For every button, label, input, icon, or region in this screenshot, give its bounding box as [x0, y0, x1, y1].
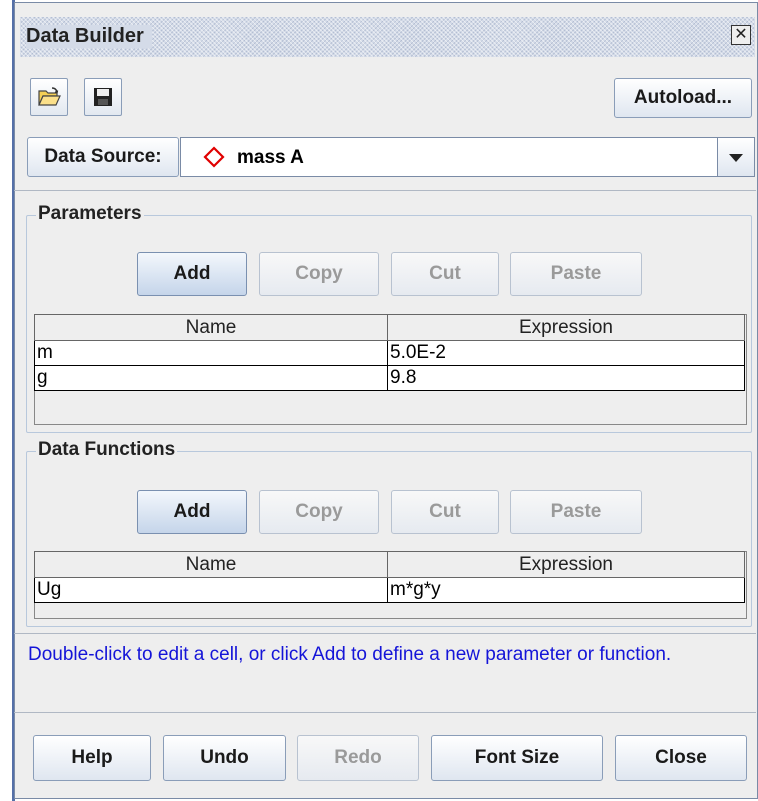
window-title: Data Builder: [26, 25, 152, 48]
table-row[interactable]: Ug m*g*y: [34, 577, 745, 603]
cell-expression[interactable]: 9.8: [387, 365, 745, 391]
parameters-add-button[interactable]: Add: [137, 252, 247, 296]
table-header-row: Name Expression: [34, 551, 745, 578]
cell-expression[interactable]: 5.0E-2: [387, 340, 745, 366]
functions-add-button[interactable]: Add: [137, 490, 247, 534]
parameters-paste-button[interactable]: Paste: [510, 252, 642, 296]
help-button[interactable]: Help: [33, 735, 151, 781]
functions-copy-button[interactable]: Copy: [259, 490, 379, 534]
parameters-table: Name Expression m 5.0E-2 g 9.8: [34, 314, 745, 391]
cell-name[interactable]: g: [34, 365, 388, 391]
parameters-title: Parameters: [36, 203, 144, 225]
data-source-value: mass A: [237, 147, 304, 168]
separator: [14, 190, 756, 191]
functions-title: Data Functions: [36, 439, 178, 461]
data-source-label: Data Source:: [27, 137, 179, 177]
cell-expression[interactable]: m*g*y: [387, 577, 745, 603]
chevron-down-icon: [729, 154, 743, 162]
separator: [14, 633, 756, 634]
parameters-cut-button[interactable]: Cut: [391, 252, 499, 296]
open-button[interactable]: [30, 78, 68, 116]
table-row[interactable]: m 5.0E-2: [34, 340, 745, 366]
column-header-name[interactable]: Name: [34, 551, 388, 578]
autoload-button[interactable]: Autoload...: [614, 78, 752, 118]
font-size-button[interactable]: Font Size: [431, 735, 603, 781]
close-button[interactable]: Close: [615, 735, 747, 781]
column-header-name[interactable]: Name: [34, 314, 388, 341]
floppy-save-icon: [94, 88, 112, 106]
redo-button[interactable]: Redo: [297, 735, 419, 781]
diamond-marker-icon: [203, 146, 225, 168]
functions-paste-button[interactable]: Paste: [510, 490, 642, 534]
functions-table: Name Expression Ug m*g*y: [34, 551, 745, 603]
parameters-copy-button[interactable]: Copy: [259, 252, 379, 296]
column-header-expression[interactable]: Expression: [387, 551, 745, 578]
dropdown-arrow[interactable]: [717, 138, 754, 176]
save-button[interactable]: [84, 78, 122, 116]
help-hint-text: Double-click to edit a cell, or click Ad…: [28, 644, 672, 665]
functions-cut-button[interactable]: Cut: [391, 490, 499, 534]
close-icon[interactable]: ✕: [731, 25, 751, 45]
data-source-dropdown[interactable]: mass A: [180, 137, 755, 177]
table-row[interactable]: g 9.8: [34, 365, 745, 391]
table-header-row: Name Expression: [34, 314, 745, 341]
cell-name[interactable]: Ug: [34, 577, 388, 603]
folder-open-icon: [38, 87, 61, 106]
undo-button[interactable]: Undo: [163, 735, 286, 781]
separator: [14, 712, 756, 713]
cell-name[interactable]: m: [34, 340, 388, 366]
column-header-expression[interactable]: Expression: [387, 314, 745, 341]
